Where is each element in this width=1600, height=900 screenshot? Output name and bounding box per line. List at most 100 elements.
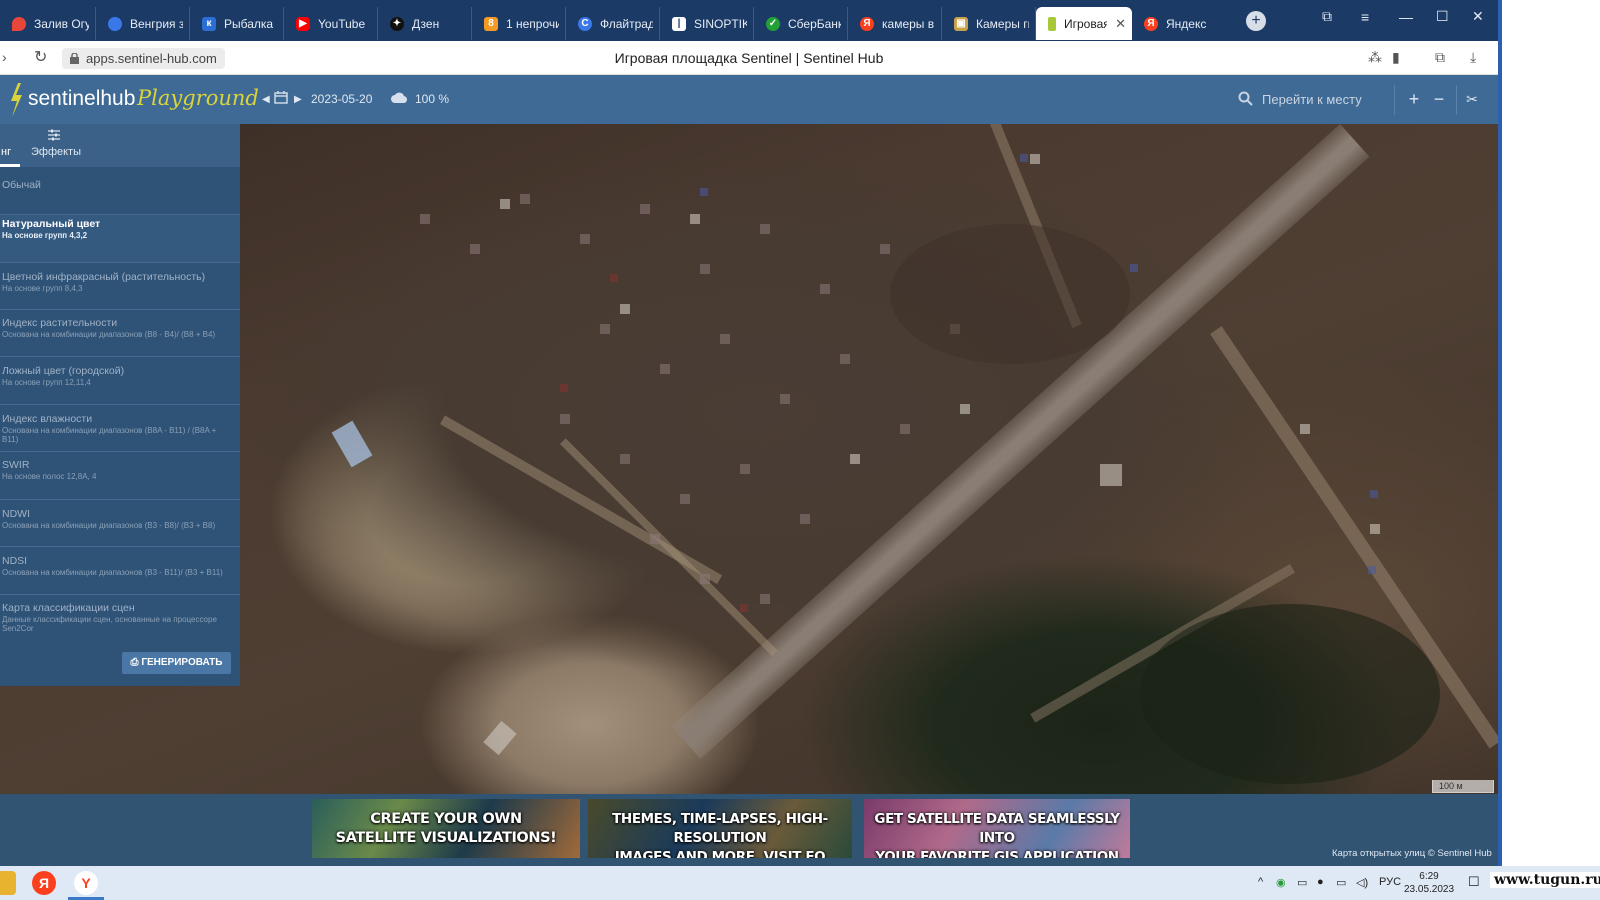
download-icon[interactable]: ⤓ — [1470, 49, 1476, 66]
tab-label: Дзен — [412, 16, 440, 31]
layer-item-natural-color[interactable]: Натуральный цвет На основе групп 4,3,2 — [0, 215, 240, 263]
browser-tab[interactable]: 8 1 непрочит — [472, 7, 566, 40]
browser-tab[interactable]: ✦ Дзен — [378, 7, 472, 40]
layer-item[interactable]: SWIR На основе полос 12,8A, 4 — [0, 452, 240, 500]
taskbar: Я Y ^ ◉ ▭ ● ▭ ◁) РУС 6:29 23.05.2023 ☐ — [0, 866, 1600, 900]
layer-description: На основе групп 8,4,3 — [2, 284, 83, 293]
flightradar-icon: C — [578, 16, 592, 31]
browser-tab[interactable]: к Рыбалка в — [190, 7, 284, 40]
browser-tab[interactable]: C Флайтрада — [566, 7, 660, 40]
layer-name: Карта классификации сцен — [2, 602, 135, 614]
layer-item[interactable]: Ложный цвет (городской) На основе групп … — [0, 357, 240, 405]
tab-label: СберБанк О — [788, 16, 841, 31]
promo-line: GET SATELLITE DATA SEAMLESSLY INTO — [874, 811, 1120, 846]
promo-banner-visualizations[interactable]: CREATE YOUR OWN SATELLITE VISUALIZATIONS… — [312, 799, 580, 858]
app-header: sentinelhub Playground ◀ ▶ 2023-05-20 10… — [0, 75, 1498, 124]
clock-date: 23.05.2023 — [1404, 884, 1455, 895]
layer-group-label: Обычай — [0, 167, 240, 215]
layer-item[interactable]: Карта классификации сцен Данные классифи… — [0, 595, 240, 643]
cloud-icon — [391, 92, 407, 103]
browser-tab[interactable]: Венгрия за — [96, 7, 190, 40]
language-indicator[interactable]: РУС — [1379, 876, 1401, 888]
folder-icon[interactable] — [0, 871, 16, 895]
calendar-icon[interactable] — [274, 91, 288, 104]
browser-tab[interactable]: ✓ СберБанк О — [754, 7, 848, 40]
volume-icon[interactable]: ◁) — [1356, 876, 1368, 889]
layer-item[interactable]: Цветной инфракрасный (растительность) На… — [0, 263, 240, 310]
network-adapter-icon[interactable]: ▭ — [1297, 876, 1307, 889]
collections-icon[interactable]: ⧉ — [1435, 49, 1445, 66]
next-date-icon[interactable]: ▶ — [294, 94, 302, 105]
zoom-in-button[interactable]: + — [1402, 87, 1426, 111]
yandex-browser-icon[interactable]: Y — [74, 871, 98, 895]
tab-label: 1 непрочит — [506, 16, 559, 31]
tools-icon[interactable]: ✂ — [1460, 87, 1484, 111]
mail-icon: 8 — [484, 16, 498, 31]
vk-icon: к — [202, 16, 216, 31]
browser-tab[interactable]: Залив Огуре — [0, 7, 96, 40]
tab-label: Залив Огуре — [34, 16, 89, 31]
tab-effects[interactable]: Эффекты — [31, 146, 81, 158]
generate-label: ГЕНЕРИРОВАТЬ — [141, 657, 223, 668]
layers-panel: нг Эффекты Обычай Натуральный цвет На ос… — [0, 124, 240, 686]
layer-name: Натуральный цвет — [2, 218, 101, 230]
browser-tab[interactable]: Я камеры в п — [848, 7, 942, 40]
tab-visualization[interactable]: нг — [0, 146, 11, 158]
prev-date-icon[interactable]: ◀ — [262, 94, 270, 105]
layer-item[interactable]: NDSI Основана на комбинации диапазонов (… — [0, 547, 240, 595]
active-tab-indicator — [0, 164, 20, 167]
sber-icon: ✓ — [766, 16, 780, 31]
promo-bar: CREATE YOUR OWN SATELLITE VISUALIZATIONS… — [0, 794, 1498, 866]
menu-icon[interactable]: ≡ — [1361, 0, 1369, 33]
tab-label: Рыбалка в — [224, 16, 277, 31]
close-tab-icon[interactable]: ✕ — [1115, 16, 1126, 32]
screen: Залив Огуре Венгрия за к Рыбалка в ▶ You… — [0, 0, 1600, 900]
sliders-icon — [48, 129, 60, 141]
page-title: Игровая площадка Sentinel | Sentinel Hub — [614, 50, 884, 66]
layer-item[interactable]: NDWI Основана на комбинации диапазонов (… — [0, 500, 240, 547]
layer-item[interactable]: Индекс растительности Основана на комбин… — [0, 310, 240, 357]
monitor-icon[interactable]: ▭ — [1336, 876, 1346, 889]
map-attribution[interactable]: Карта открытых улиц © Sentinel Hub — [1332, 848, 1492, 859]
browser-window: Залив Огуре Венгрия за к Рыбалка в ▶ You… — [0, 0, 1502, 866]
camera-icon: ▣ — [954, 16, 968, 31]
promo-line: IMAGES AND MORE. VISIT EO BROWSER! — [614, 849, 826, 858]
microphone-icon[interactable]: ● — [1317, 876, 1324, 888]
browser-tab[interactable]: ▣ Камеры ги — [942, 7, 1036, 40]
chevron-up-icon[interactable]: ^ — [1258, 876, 1263, 888]
new-tab-button[interactable]: + — [1246, 10, 1266, 31]
security-icon[interactable]: ◉ — [1276, 876, 1286, 889]
tab-label: Флайтрада — [600, 16, 653, 31]
logo-text: sentinelhub — [28, 87, 136, 110]
search-input[interactable]: Перейти к месту — [1232, 88, 1390, 112]
layer-item[interactable]: Индекс влажности Основана на комбинации … — [0, 405, 240, 452]
browser-tab-active[interactable]: Игровая ✕ — [1036, 7, 1132, 40]
zoom-out-button[interactable]: − — [1427, 87, 1451, 111]
print-icon: ⎙ — [130, 657, 142, 668]
browser-tab[interactable]: ▶ YouTube — [284, 7, 378, 40]
yandex-icon[interactable]: Я — [32, 871, 56, 895]
sinoptik-icon: | — [672, 16, 686, 31]
maximize-button[interactable]: ☐ — [1436, 0, 1449, 33]
tab-label: камеры в п — [882, 16, 935, 31]
header-divider — [1394, 85, 1395, 115]
bookmark-icon[interactable]: ▮ — [1392, 49, 1400, 66]
minimize-button[interactable]: — — [1399, 0, 1413, 33]
sentinel-icon — [1048, 16, 1056, 31]
cloud-coverage[interactable]: 100 % — [415, 92, 449, 106]
date-display[interactable]: 2023-05-20 — [311, 92, 372, 106]
clock[interactable]: 6:29 23.05.2023 — [1404, 870, 1454, 896]
address-bar: › ↻ apps.sentinel-hub.com Игровая площад… — [0, 41, 1498, 75]
generate-button[interactable]: ⎙ ГЕНЕРИРОВАТЬ — [122, 652, 231, 674]
promo-banner-eo-browser[interactable]: THEMES, TIME-LAPSES, HIGH-RESOLUTION IMA… — [588, 799, 852, 858]
promo-banner-gis[interactable]: GET SATELLITE DATA SEAMLESSLY INTO YOUR … — [864, 799, 1130, 858]
layer-name: Цветной инфракрасный (растительность) — [2, 271, 206, 283]
map-scale: 100 м — [1432, 780, 1494, 793]
browser-tab[interactable]: | SINOPTIK: П — [660, 7, 754, 40]
layer-description: Основана на комбинации диапазонов (B8A -… — [2, 426, 217, 444]
notifications-icon[interactable]: ☐ — [1468, 874, 1480, 890]
browser-tab[interactable]: Я Яндекс — [1132, 7, 1232, 40]
tab-list-icon[interactable]: ⧉ — [1322, 0, 1332, 33]
close-window-button[interactable]: ✕ — [1472, 0, 1484, 33]
translate-icon[interactable]: ⁂ — [1368, 49, 1382, 66]
